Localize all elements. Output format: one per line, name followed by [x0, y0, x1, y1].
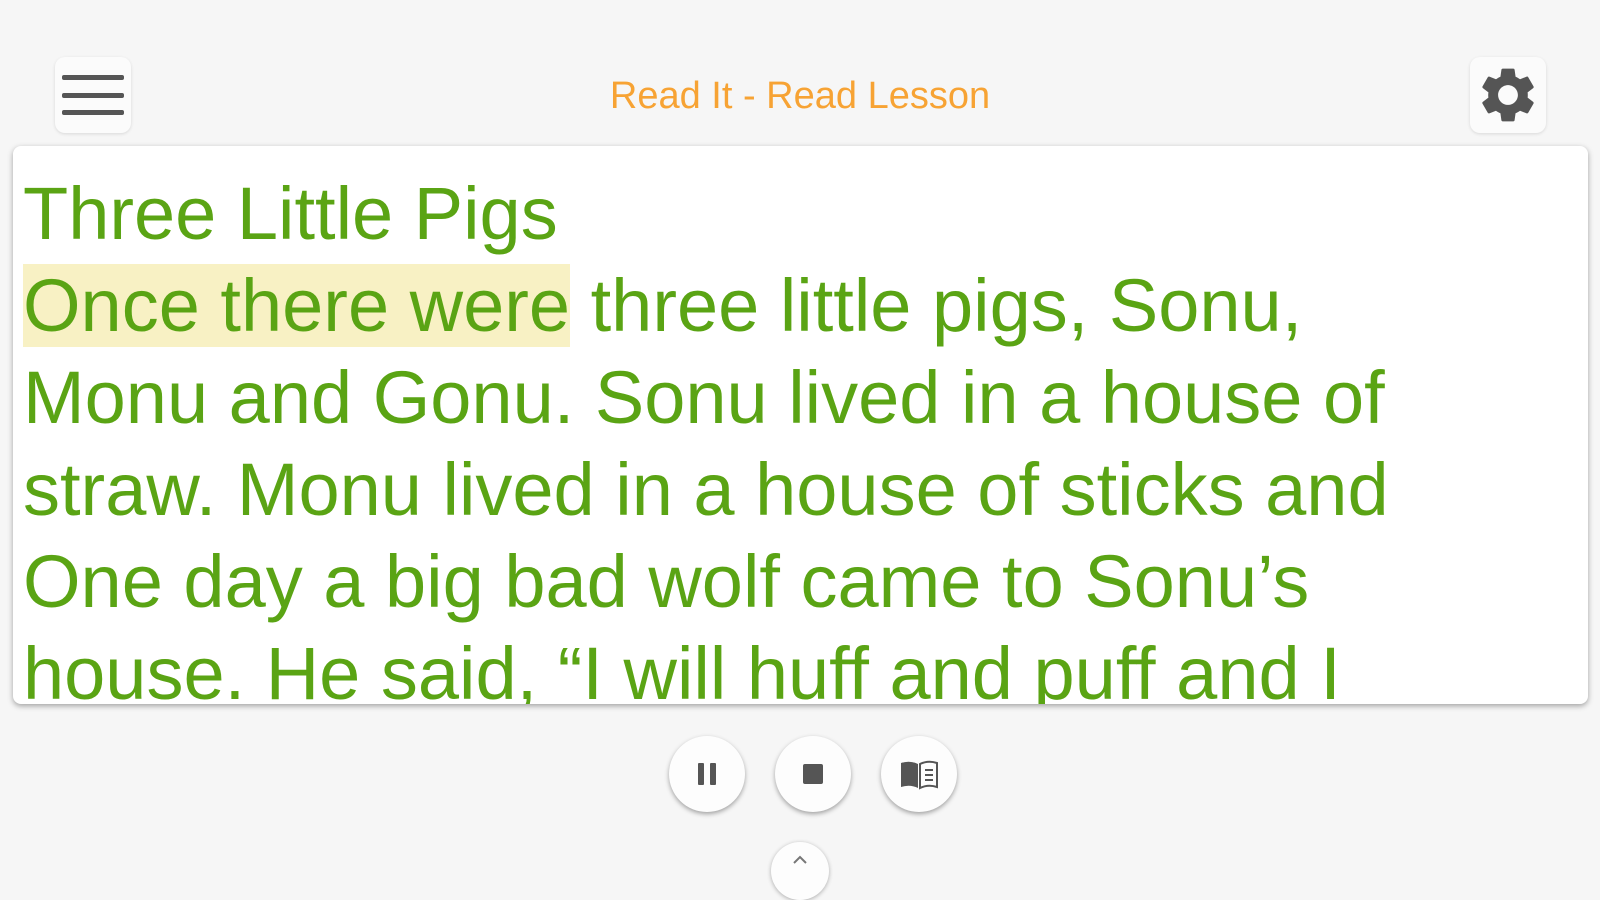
lesson-line-1: Once there were three little pigs, Sonu, [23, 260, 1578, 352]
stop-icon [803, 764, 823, 784]
reading-mode-button[interactable] [881, 736, 957, 812]
gear-icon [1482, 68, 1534, 122]
app-window: Read It - Read Lesson Three Little Pigs … [0, 0, 1600, 900]
lesson-line-2: Monu and Gonu. Sonu lived in a house of [23, 356, 1385, 439]
page-title: Read It - Read Lesson [609, 75, 991, 117]
lesson-line-5: house. He said, “I will huff and puff an… [23, 632, 1341, 704]
lesson-text-panel[interactable]: Three Little Pigs Once there were three … [13, 146, 1588, 704]
reading-book-icon [901, 760, 938, 790]
pause-button[interactable] [669, 736, 745, 812]
pause-icon [698, 763, 716, 785]
lesson-text: Three Little Pigs Once there were three … [23, 168, 1578, 704]
settings-button[interactable] [1470, 57, 1546, 133]
stop-button[interactable] [775, 736, 851, 812]
lesson-line-3: straw. Monu lived in a house of sticks a… [23, 448, 1389, 531]
expand-panel-button[interactable] [771, 842, 829, 900]
lesson-line-4: One day a big bad wolf came to Sonu’s [23, 540, 1310, 623]
chevron-up-icon [793, 855, 807, 864]
highlighted-phrase: Once there were [23, 264, 571, 347]
lesson-heading: Three Little Pigs [23, 172, 558, 255]
line-1-rest: three little pigs, Sonu, [570, 264, 1303, 347]
